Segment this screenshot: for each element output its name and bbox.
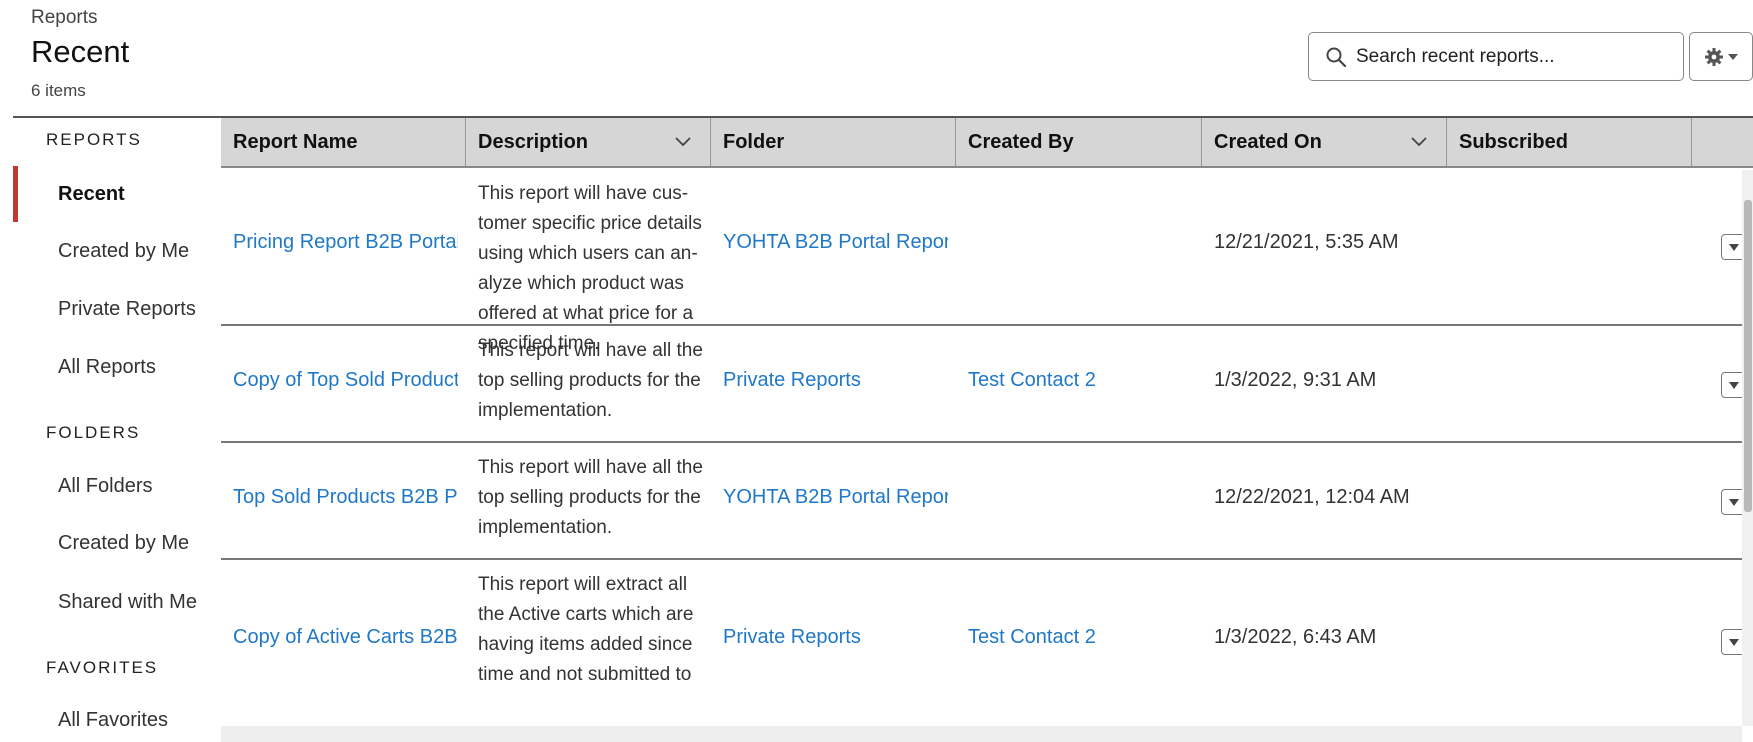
- folder-link[interactable]: YOHTA B2B Portal Reports: [723, 486, 948, 509]
- column-header-folder[interactable]: Folder: [711, 118, 956, 166]
- sidebar-item-shared-with-me[interactable]: Shared with Me: [58, 582, 197, 622]
- search-input[interactable]: [1356, 45, 1676, 68]
- gear-icon: [1705, 47, 1723, 66]
- sidebar-item-all-reports[interactable]: All Reports: [58, 347, 156, 387]
- sidebar-item-created-by-me[interactable]: Created by Me: [58, 231, 189, 271]
- sidebar-item-all-folders[interactable]: All Folders: [58, 466, 152, 506]
- report-description: This report will extract all the Active …: [478, 574, 694, 685]
- created-on: 1/3/2022, 9:31 AM: [1214, 369, 1377, 391]
- column-label: Created On: [1214, 131, 1322, 153]
- sidebar-item-folders-created-by-me[interactable]: Created by Me: [58, 523, 189, 563]
- column-label: Report Name: [233, 131, 358, 153]
- created-on: 12/22/2021, 12:04 AM: [1214, 486, 1410, 508]
- table-row: Pricing Report B2B Portal This report wi…: [221, 168, 1753, 354]
- column-label: Created By: [968, 131, 1074, 153]
- search-icon: [1326, 47, 1347, 67]
- table-header: Report Name Description Folder Created B…: [221, 118, 1753, 168]
- column-label: Subscribed: [1459, 131, 1568, 153]
- sidebar-nav: REPORTS Recent Created by Me Private Rep…: [0, 118, 220, 742]
- sidebar-item-private-reports[interactable]: Private Reports: [58, 289, 196, 329]
- created-on: 12/21/2021, 5:35 AM: [1214, 231, 1399, 253]
- report-name-link[interactable]: Top Sold Products B2B Por: [233, 486, 458, 509]
- folder-link[interactable]: YOHTA B2B Portal Reports: [723, 231, 948, 254]
- reports-table: Report Name Description Folder Created B…: [221, 118, 1753, 726]
- caret-down-icon: [1729, 498, 1739, 506]
- caret-down-icon: [1729, 381, 1739, 389]
- search-box[interactable]: [1308, 32, 1684, 81]
- column-header-created-by[interactable]: Created By: [956, 118, 1202, 166]
- caret-down-icon: [1729, 243, 1739, 251]
- report-name-link[interactable]: Pricing Report B2B Portal: [233, 231, 458, 254]
- sidebar-section-reports: REPORTS: [46, 130, 142, 149]
- created-by-link[interactable]: Test Contact 2: [968, 626, 1193, 649]
- sidebar-section-favorites: FAVORITES: [46, 658, 159, 677]
- caret-down-icon: [1728, 53, 1738, 60]
- column-header-report-name[interactable]: Report Name: [221, 118, 466, 166]
- chevron-down-icon[interactable]: [674, 132, 692, 150]
- folder-link[interactable]: Private Reports: [723, 626, 948, 649]
- scrollbar-thumb[interactable]: [1744, 200, 1752, 512]
- created-on: 1/3/2022, 6:43 AM: [1214, 626, 1377, 648]
- settings-button[interactable]: [1689, 32, 1753, 81]
- column-header-created-on[interactable]: Created On: [1202, 118, 1447, 166]
- column-header-actions: [1692, 118, 1753, 166]
- table-row: Copy of Top Sold Products This report wi…: [221, 326, 1753, 443]
- folder-link[interactable]: Private Reports: [723, 369, 948, 392]
- column-header-subscribed[interactable]: Subscribed: [1447, 118, 1692, 166]
- active-indicator: [13, 166, 18, 222]
- report-description: This report will have all the top sellin…: [478, 340, 703, 421]
- column-label: Folder: [723, 131, 785, 153]
- report-description: This report will have all the top sellin…: [478, 457, 703, 538]
- caret-down-icon: [1729, 638, 1739, 646]
- item-count: 6 items: [31, 81, 86, 100]
- page-header: Reports Recent 6 items: [0, 0, 1753, 116]
- sidebar-item-all-favorites[interactable]: All Favorites: [58, 700, 168, 740]
- page-title: Recent: [31, 34, 130, 69]
- sidebar-item-recent[interactable]: Recent: [58, 174, 125, 214]
- table-row: Copy of Active Carts B2B P This report w…: [221, 560, 1753, 726]
- chevron-down-icon[interactable]: [1410, 132, 1428, 150]
- vertical-scrollbar[interactable]: [1742, 170, 1753, 726]
- breadcrumb[interactable]: Reports: [31, 7, 98, 29]
- column-label: Description: [478, 131, 589, 153]
- column-header-description[interactable]: Description: [466, 118, 711, 166]
- created-by-link[interactable]: Test Contact 2: [968, 369, 1193, 392]
- horizontal-scrollbar[interactable]: [221, 726, 1742, 742]
- report-name-link[interactable]: Copy of Top Sold Products: [233, 369, 458, 392]
- table-row: Top Sold Products B2B Por This report wi…: [221, 443, 1753, 560]
- report-name-link[interactable]: Copy of Active Carts B2B P: [233, 626, 458, 649]
- sidebar-section-folders: FOLDERS: [46, 423, 141, 442]
